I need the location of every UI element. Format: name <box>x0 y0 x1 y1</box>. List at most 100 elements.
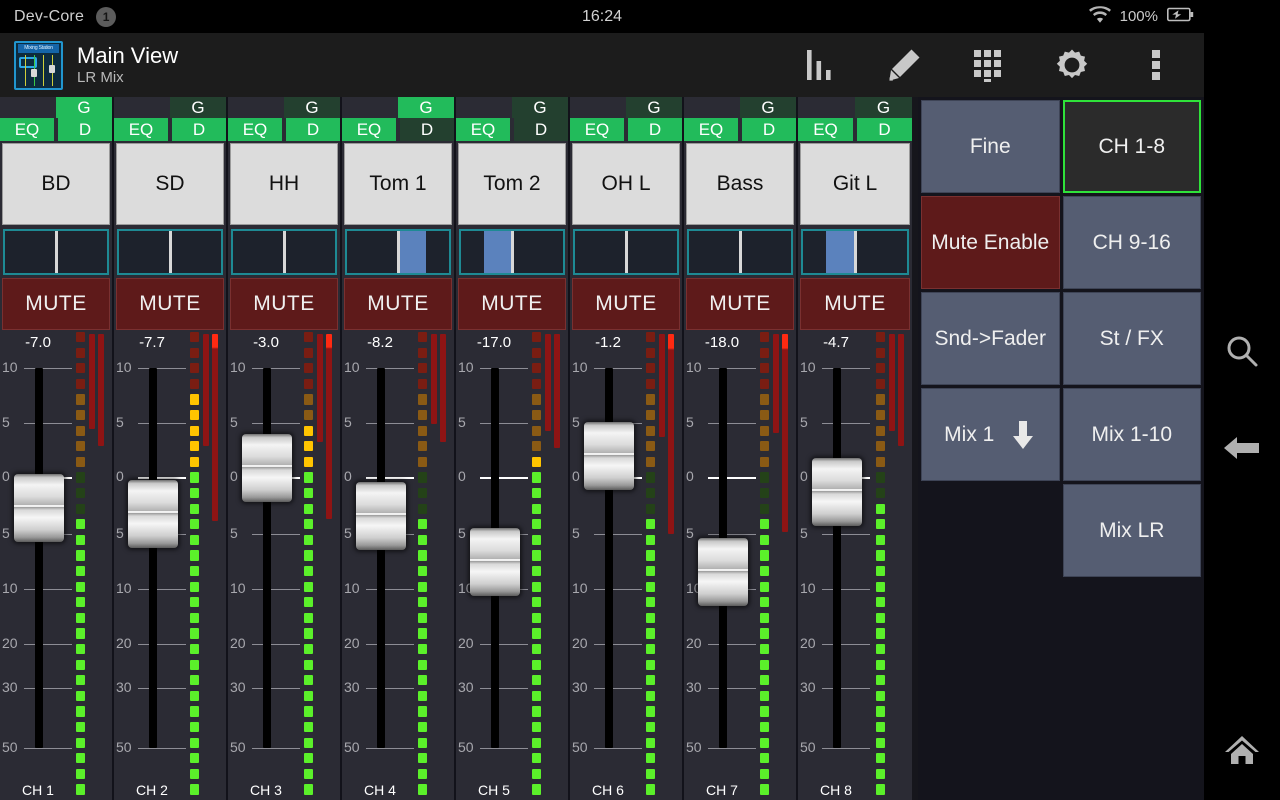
dynamics-button[interactable]: D <box>857 118 912 141</box>
fader-track[interactable] <box>263 368 271 748</box>
pan-slider[interactable] <box>459 229 565 275</box>
fader-scale-tick-label: 50 <box>344 739 360 755</box>
channel-name-button[interactable]: Tom 1 <box>344 143 452 225</box>
pan-slider[interactable] <box>117 229 223 275</box>
edit-pencil-icon[interactable] <box>862 33 946 97</box>
channel-name-button[interactable]: Bass <box>686 143 794 225</box>
gate-button[interactable]: G <box>170 97 226 118</box>
dynamics-button[interactable]: D <box>742 118 796 141</box>
fader-handle[interactable] <box>242 434 292 502</box>
meter-segment <box>876 784 885 794</box>
meter-segment <box>646 644 655 654</box>
eq-button[interactable]: EQ <box>114 118 168 141</box>
gain-reduction-bar-2 <box>440 334 446 442</box>
mute-button[interactable]: MUTE <box>116 278 224 330</box>
dynamics-button[interactable]: D <box>58 118 112 141</box>
mute-button[interactable]: MUTE <box>2 278 110 330</box>
fader-scale-tick-label: 10 <box>230 359 246 375</box>
eq-button[interactable]: EQ <box>684 118 738 141</box>
meter-segment <box>646 784 655 794</box>
gain-reduction-bar-2 <box>212 334 218 521</box>
pan-slider[interactable] <box>573 229 679 275</box>
gate-button[interactable]: G <box>56 97 112 118</box>
eq-button[interactable]: EQ <box>570 118 624 141</box>
gate-button[interactable]: G <box>398 97 454 118</box>
settings-gear-icon[interactable] <box>1030 33 1114 97</box>
pan-slider[interactable] <box>801 229 909 275</box>
channel-name-button[interactable]: SD <box>116 143 224 225</box>
meter-segment <box>418 722 427 732</box>
mute-button[interactable]: MUTE <box>572 278 680 330</box>
meter-segment <box>304 457 313 467</box>
meter-segment <box>418 504 427 514</box>
mute-button[interactable]: MUTE <box>230 278 338 330</box>
fader-handle[interactable] <box>812 458 862 526</box>
mute-button[interactable]: MUTE <box>344 278 452 330</box>
eq-button[interactable]: EQ <box>0 118 54 141</box>
channel-name-button[interactable]: OH L <box>572 143 680 225</box>
eq-button[interactable]: EQ <box>798 118 853 141</box>
gate-button[interactable]: G <box>855 97 912 118</box>
fader-handle[interactable] <box>128 480 178 548</box>
dynamics-button[interactable]: D <box>172 118 226 141</box>
channel-name-button[interactable]: Git L <box>800 143 910 225</box>
fader-track[interactable] <box>149 368 157 748</box>
eq-button[interactable]: EQ <box>342 118 396 141</box>
mute-button[interactable]: MUTE <box>458 278 566 330</box>
mix-1-10-button[interactable]: Mix 1-10 <box>1063 388 1202 481</box>
meters-icon[interactable] <box>778 33 862 97</box>
fader-handle[interactable] <box>584 422 634 490</box>
channel-name-button[interactable]: HH <box>230 143 338 225</box>
fader-scale-tick-label: 5 <box>2 525 10 541</box>
gate-button[interactable]: G <box>284 97 340 118</box>
fader-handle[interactable] <box>470 528 520 596</box>
back-arrow-icon[interactable] <box>1204 410 1280 486</box>
home-icon[interactable] <box>1204 712 1280 788</box>
fader-scale-tick-line <box>252 688 300 689</box>
overflow-menu-icon[interactable] <box>1114 33 1198 97</box>
gate-button[interactable]: G <box>626 97 682 118</box>
gate-row-spacer <box>114 97 170 118</box>
fader-scale-tick-line <box>480 644 528 645</box>
pan-slider[interactable] <box>345 229 451 275</box>
gate-row-spacer <box>456 97 512 118</box>
meter-segment <box>532 332 541 342</box>
mix-lr-button[interactable]: Mix LR <box>1063 484 1202 577</box>
meter-segment <box>876 628 885 638</box>
pan-slider[interactable] <box>687 229 793 275</box>
fader-handle[interactable] <box>14 474 64 542</box>
meter-segment <box>304 504 313 514</box>
pan-center-marker <box>169 231 172 273</box>
pan-slider[interactable] <box>231 229 337 275</box>
channel-name-button[interactable]: BD <box>2 143 110 225</box>
dynamics-button[interactable]: D <box>400 118 454 141</box>
mute-button[interactable]: MUTE <box>800 278 910 330</box>
dynamics-button[interactable]: D <box>286 118 340 141</box>
pan-slider[interactable] <box>3 229 109 275</box>
ch-1-8-button[interactable]: CH 1-8 <box>1063 100 1202 193</box>
fader-track[interactable] <box>377 368 385 748</box>
fine-button[interactable]: Fine <box>921 100 1060 193</box>
channel-name-button[interactable]: Tom 2 <box>458 143 566 225</box>
eq-button[interactable]: EQ <box>456 118 510 141</box>
mute-button[interactable]: MUTE <box>686 278 794 330</box>
eq-button[interactable]: EQ <box>228 118 282 141</box>
gate-button[interactable]: G <box>740 97 796 118</box>
mute-enable-button[interactable]: Mute Enable <box>921 196 1060 289</box>
ch-9-16-button[interactable]: CH 9-16 <box>1063 196 1202 289</box>
search-icon[interactable] <box>1204 314 1280 390</box>
fader-zone: -18.01050510203050CH 7 <box>684 330 796 800</box>
gate-button[interactable]: G <box>512 97 568 118</box>
fader-track[interactable] <box>35 368 43 748</box>
meter-segment <box>76 457 85 467</box>
fader-handle[interactable] <box>698 538 748 606</box>
dynamics-button[interactable]: D <box>514 118 568 141</box>
st-fx-button[interactable]: St / FX <box>1063 292 1202 385</box>
dynamics-button[interactable]: D <box>628 118 682 141</box>
fader-handle[interactable] <box>356 482 406 550</box>
keypad-grid-icon[interactable] <box>946 33 1030 97</box>
snd-to-fader-button[interactable]: Snd->Fader <box>921 292 1060 385</box>
fader-track[interactable] <box>833 368 841 748</box>
mix-1-dropdown[interactable]: Mix 1 <box>921 388 1060 481</box>
fader-scale-tick-label: 0 <box>686 468 694 484</box>
